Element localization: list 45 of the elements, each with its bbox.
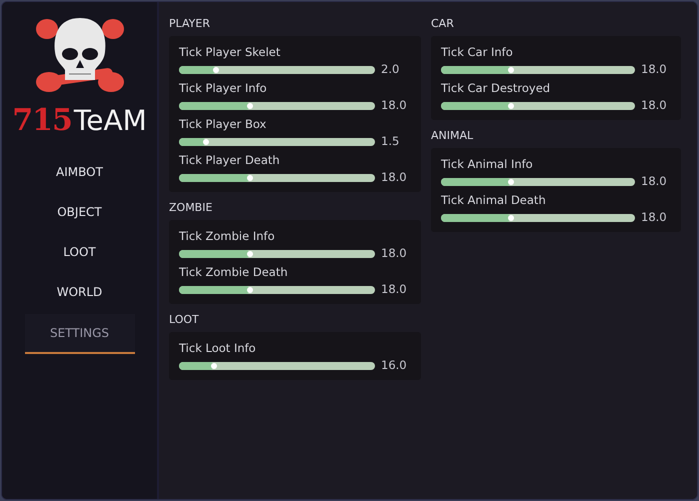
section-title: ZOMBIE (169, 200, 214, 216)
slider-track[interactable] (179, 174, 375, 182)
slider-track[interactable] (179, 250, 375, 258)
nav-tab[interactable]: WORLD (24, 272, 134, 312)
slider-track[interactable] (441, 66, 635, 74)
logo-word: TeAM (74, 107, 147, 135)
slider-value: 2.0 (381, 61, 400, 78)
slider-track[interactable] (441, 102, 635, 110)
slider-track[interactable] (179, 286, 375, 294)
slider-track[interactable] (179, 66, 375, 74)
nav-tab[interactable]: AIMBOT (24, 152, 134, 192)
section-title: LOOT (169, 312, 200, 328)
slider-label: Tick Zombie Info (179, 228, 276, 244)
slider-label: Tick Car Destroyed (441, 80, 552, 96)
slider-track[interactable] (441, 214, 635, 222)
nav-tab[interactable]: SETTINGS (24, 314, 134, 354)
slider-label: Tick Animal Info (441, 156, 534, 172)
slider-value: 18.0 (381, 281, 408, 298)
slider-value: 16.0 (381, 357, 408, 374)
section-title: CAR (431, 16, 455, 32)
slider-track[interactable] (441, 178, 635, 186)
slider-label: Tick Zombie Death (179, 264, 289, 280)
slider-track[interactable] (179, 102, 375, 110)
slider-label: Tick Loot Info (179, 340, 257, 356)
slider-label: Tick Player Death (179, 152, 281, 168)
slider-label: Tick Animal Death (441, 192, 547, 208)
slider-label: Tick Player Info (179, 80, 268, 96)
slider-value: 18.0 (381, 245, 408, 262)
slider-label: Tick Player Skelet (179, 44, 282, 60)
slider-label: Tick Player Box (179, 116, 268, 132)
slider-value: 1.5 (381, 133, 400, 150)
slider-value: 18.0 (381, 169, 408, 186)
slider-track[interactable] (179, 362, 375, 370)
section-title: ANIMAL (431, 128, 474, 144)
slider-label: Tick Car Info (441, 44, 514, 60)
slider-value: 18.0 (641, 97, 668, 114)
slider-value: 18.0 (641, 209, 668, 226)
nav-tab[interactable]: OBJECT (24, 192, 134, 232)
slider-value: 18.0 (641, 61, 668, 78)
slider-value: 18.0 (381, 97, 408, 114)
logo-number: 715 (12, 106, 72, 136)
nav-tab[interactable]: LOOT (24, 232, 134, 272)
slider-value: 18.0 (641, 173, 668, 190)
slider-track[interactable] (179, 138, 375, 146)
section-title: PLAYER (169, 16, 211, 32)
